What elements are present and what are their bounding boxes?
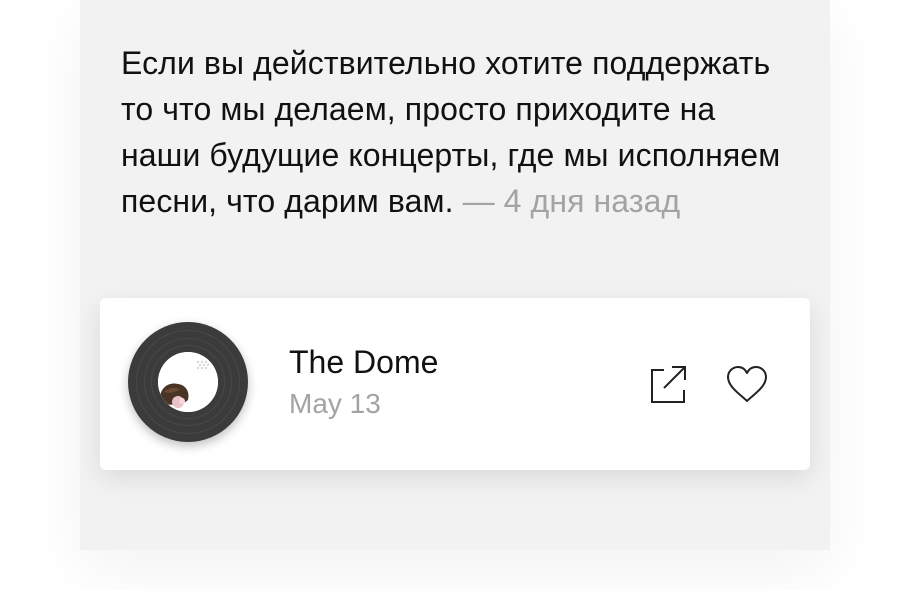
comment-text: Если вы действительно хотите поддержать … [121, 45, 781, 219]
vinyl-record-icon [128, 322, 248, 442]
comment-timestamp: — 4 дня назад [462, 183, 681, 219]
heart-icon [727, 366, 767, 402]
track-card[interactable]: The Dome May 13 [100, 298, 810, 470]
share-icon [651, 366, 686, 403]
like-button[interactable] [723, 360, 771, 408]
track-title[interactable]: The Dome [289, 342, 438, 382]
album-cover [158, 352, 218, 412]
track-date: May 13 [289, 388, 381, 419]
comment-message: Если вы действительно хотите поддержать … [121, 40, 801, 224]
share-button[interactable] [644, 360, 692, 408]
